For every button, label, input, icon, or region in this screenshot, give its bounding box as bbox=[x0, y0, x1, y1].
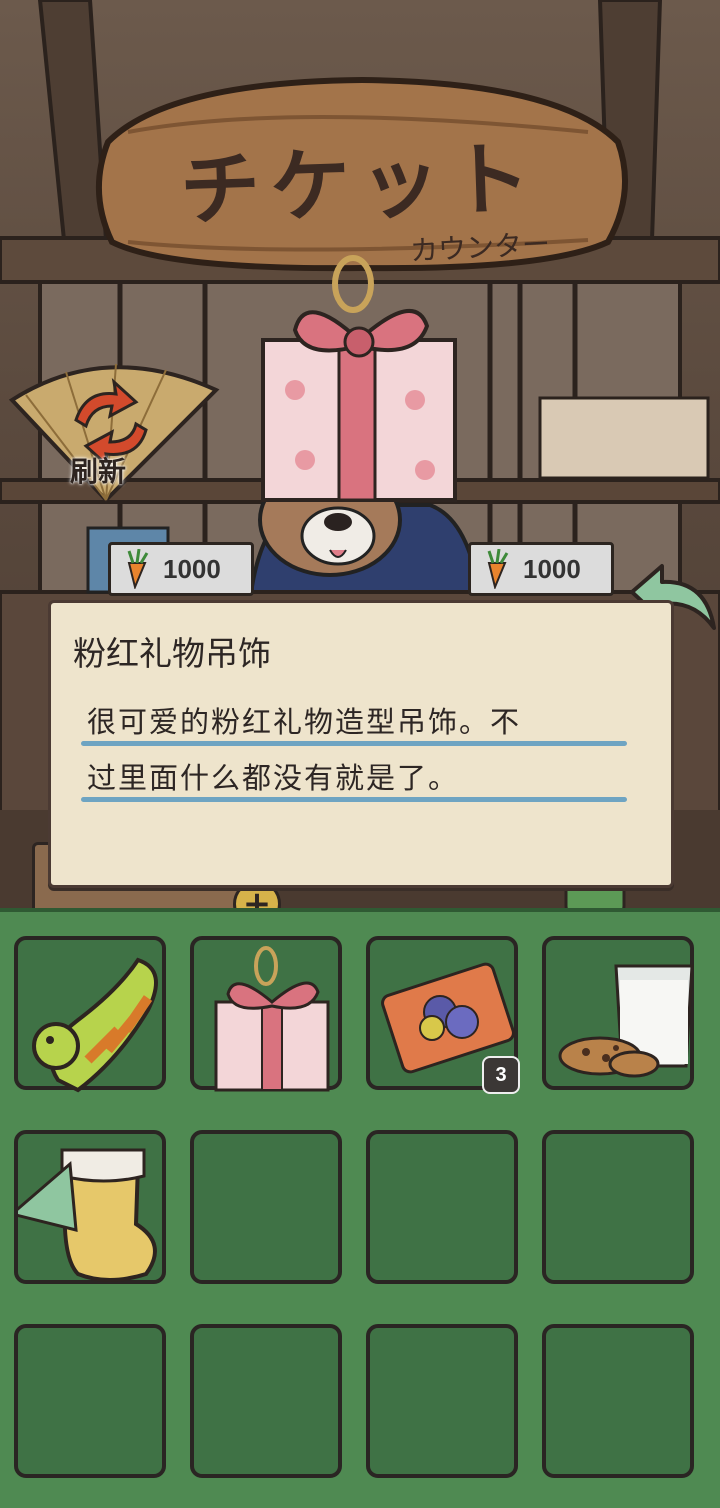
inventory-slot-empty[interactable] bbox=[542, 1130, 694, 1284]
pink-gift-charm-display bbox=[261, 255, 457, 502]
inventory-slot-milk-cookies[interactable] bbox=[542, 936, 694, 1090]
inventory-slot-swim-ring[interactable] bbox=[14, 936, 166, 1093]
inventory-slot-empty[interactable] bbox=[190, 1324, 342, 1478]
inventory-slot-empty[interactable] bbox=[14, 1324, 166, 1478]
item-description-line: 很可爱的粉红礼物造型吊饰。不 bbox=[87, 705, 522, 739]
milk-and-cookies-icon bbox=[558, 964, 694, 1078]
inventory-slot-pink-gift[interactable] bbox=[190, 936, 342, 1092]
price-tag-right: 1000 bbox=[468, 542, 614, 596]
item-description-panel: 粉红礼物吊饰 很可爱的粉红礼物造型吊饰。不 过里面什么都没有就是了。 bbox=[48, 600, 674, 888]
inventory-slot-collection-ticket[interactable]: 3 bbox=[366, 936, 520, 1094]
refresh-label: 刷新 bbox=[70, 455, 127, 488]
item-count-badge: 3 bbox=[482, 1056, 520, 1094]
carrot-icon bbox=[127, 549, 149, 589]
game-scene: チケット カウンター 刷新 1000 1000 + 粉红礼物吊饰 很可爱的粉红礼… bbox=[0, 0, 720, 1508]
price-value: 1000 bbox=[523, 553, 581, 584]
description-rule bbox=[81, 741, 627, 746]
inventory-slot-empty[interactable] bbox=[190, 1130, 342, 1284]
item-description-line: 过里面什么都没有就是了。 bbox=[87, 761, 460, 795]
item-name: 粉红礼物吊饰 bbox=[73, 634, 271, 673]
inventory-slot-empty[interactable] bbox=[366, 1324, 518, 1478]
inventory-grid: 3 bbox=[0, 908, 720, 1508]
swim-ring-duck-icon bbox=[32, 957, 158, 1093]
sign-title: チケット bbox=[178, 131, 542, 238]
description-rule bbox=[81, 797, 627, 802]
pink-gift-charm-icon bbox=[214, 946, 330, 1092]
price-tag-left: 1000 bbox=[108, 542, 254, 596]
inventory-slot-stocking[interactable] bbox=[14, 1130, 166, 1284]
inventory-slot-empty[interactable] bbox=[366, 1130, 518, 1284]
inventory-slot-empty[interactable] bbox=[542, 1324, 694, 1478]
price-value: 1000 bbox=[163, 553, 221, 584]
christmas-stocking-icon bbox=[18, 1148, 157, 1282]
carrot-icon bbox=[487, 549, 509, 589]
